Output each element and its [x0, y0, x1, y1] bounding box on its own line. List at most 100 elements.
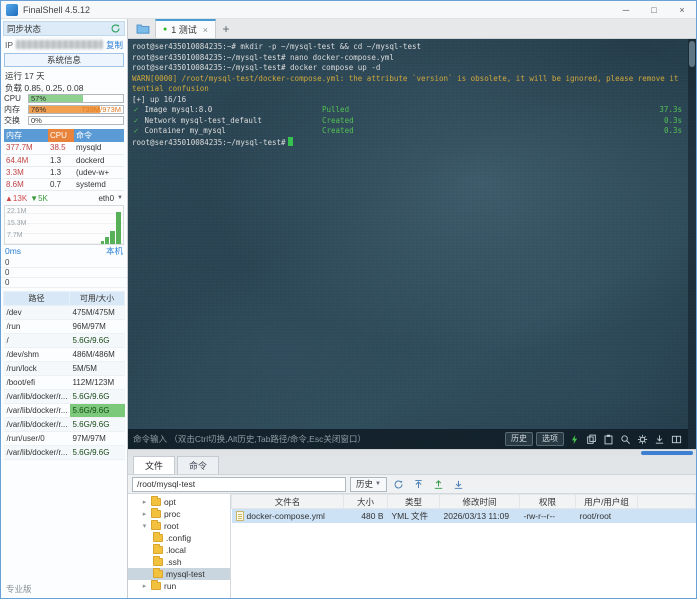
tab-files[interactable]: 文件	[133, 456, 175, 474]
horizontal-scrollbar-thumb[interactable]	[641, 451, 693, 455]
column-header-size[interactable]: 大小	[344, 495, 388, 509]
command-text: nano docker-compose.yml	[286, 53, 394, 62]
tab-session-test[interactable]: ● 1 测试 ×	[155, 19, 216, 38]
folder-icon	[136, 23, 150, 34]
command-input[interactable]: 命令输入 （双击Ctrl切换,Alt历史,Tab路径/命令,Esc关闭窗口）	[133, 434, 502, 445]
copy-ip-button[interactable]: 复制	[106, 39, 123, 51]
disk-row[interactable]: /run/user/097M/97M	[4, 431, 125, 445]
connection-manager-button[interactable]	[131, 19, 155, 38]
minimize-button[interactable]: ─	[612, 1, 640, 18]
process-row[interactable]: 377.7M 38.5 mysqld	[4, 142, 124, 154]
tree-item-mysql-test[interactable]: mysql-test	[128, 568, 230, 580]
folder-icon	[153, 534, 163, 542]
download-arrow-icon: ▼	[30, 194, 38, 203]
copy-button[interactable]	[584, 432, 598, 446]
settings-button[interactable]	[635, 432, 649, 446]
process-row[interactable]: 3.3M 1.3 (udev-w+	[4, 166, 124, 178]
check-icon: ✓	[132, 126, 140, 137]
disk-row[interactable]: /var/lib/docker/r...5.6G/9.6G	[4, 389, 125, 403]
sync-refresh-icon[interactable]	[110, 23, 121, 34]
disk-row[interactable]: /run/lock5M/5M	[4, 361, 125, 375]
uptime-text: 运行 17 天	[1, 69, 127, 81]
ping-history-item: 0	[1, 258, 127, 268]
disk-row[interactable]: /dev475M/475M	[4, 305, 125, 319]
column-header-type[interactable]: 类型	[388, 495, 440, 509]
check-icon: ✓	[132, 116, 140, 127]
paste-button[interactable]	[601, 432, 615, 446]
upload-button[interactable]	[431, 477, 447, 492]
tab-commands[interactable]: 命令	[177, 456, 219, 474]
tree-item-root[interactable]: ▾ root	[128, 520, 230, 532]
maximize-button[interactable]: □	[640, 1, 668, 18]
sync-status-bar[interactable]: 同步状态	[3, 21, 125, 36]
disk-row[interactable]: /var/lib/docker/r...5.6G/9.6G	[4, 403, 125, 417]
terminal[interactable]: root@ser435010084235:~# mkdir -p ~/mysql…	[128, 39, 696, 449]
refresh-button[interactable]	[391, 477, 407, 492]
terminal-output: root@ser435010084235:~# mkdir -p ~/mysql…	[128, 39, 696, 148]
process-header-mem[interactable]: 内存	[4, 129, 48, 142]
tree-item-run[interactable]: ▸ run	[128, 580, 230, 592]
tree-item-config[interactable]: .config	[128, 532, 230, 544]
file-owner: root/root	[576, 509, 638, 523]
sync-status-label: 同步状态	[7, 23, 41, 35]
process-row[interactable]: 64.4M 1.3 dockerd	[4, 154, 124, 166]
disk-row[interactable]: /var/lib/docker/r...5.6G/9.6G	[4, 445, 125, 459]
memory-meter: 内存 76% 739M/973M	[1, 104, 127, 115]
file-type: YML 文件	[388, 509, 440, 523]
tree-item-label: proc	[164, 509, 181, 519]
cpu-label: CPU	[4, 94, 26, 103]
tab-label: 1 测试	[171, 23, 197, 36]
ping-target[interactable]: 本机	[106, 245, 123, 257]
upload-icon	[433, 479, 444, 490]
process-header-cmd[interactable]: 命令	[74, 129, 124, 142]
quick-command-button[interactable]	[567, 432, 581, 446]
download-transfer-button[interactable]	[451, 477, 467, 492]
process-row[interactable]: 8.6M 0.7 systemd	[4, 178, 124, 190]
chevron-down-icon[interactable]: ▾	[141, 522, 148, 530]
file-size: 480 B	[344, 509, 388, 523]
file-row-docker-compose[interactable]: docker-compose.yml 480 B YML 文件 2026/03/…	[232, 509, 696, 523]
terminal-horizontal-scrollbar[interactable]	[128, 449, 696, 456]
split-screen-button[interactable]	[669, 432, 683, 446]
chevron-down-icon[interactable]: ▼	[117, 195, 123, 201]
result-time: 37.3s	[659, 105, 682, 116]
swap-percent: 0%	[31, 117, 42, 125]
chevron-right-icon[interactable]: ▸	[141, 510, 148, 518]
tree-item-local[interactable]: .local	[128, 544, 230, 556]
parent-directory-button[interactable]	[411, 477, 427, 492]
chevron-right-icon[interactable]: ▸	[141, 582, 148, 590]
column-header-name[interactable]: 文件名	[232, 495, 344, 509]
process-header-cpu[interactable]: CPU	[48, 129, 74, 142]
interface-selector[interactable]: eth0	[98, 194, 114, 203]
prompt: root@ser435010084235:~/mysql-test#	[132, 63, 286, 72]
find-button[interactable]	[618, 432, 632, 446]
column-header-owner[interactable]: 用户/用户组	[576, 495, 638, 509]
disk-row[interactable]: /dev/shm486M/486M	[4, 347, 125, 361]
download-button[interactable]	[652, 432, 666, 446]
new-tab-button[interactable]: +	[216, 19, 236, 38]
terminal-vertical-scrollbar[interactable]	[688, 39, 696, 449]
vertical-scrollbar-thumb[interactable]	[689, 41, 695, 67]
path-input[interactable]: /root/mysql-test	[132, 477, 346, 492]
file-history-button[interactable]: 历史 ▼	[350, 477, 387, 492]
disk-header-path[interactable]: 路径	[4, 291, 70, 305]
tree-item-proc[interactable]: ▸ proc	[128, 508, 230, 520]
close-button[interactable]: ×	[668, 1, 696, 18]
disk-row[interactable]: /5.6G/9.6G	[4, 333, 125, 347]
folder-icon	[153, 546, 163, 554]
system-info-button[interactable]: 系统信息	[4, 53, 124, 67]
disk-row[interactable]: /var/lib/docker/r...5.6G/9.6G	[4, 417, 125, 431]
cpu-bar: 57%	[28, 94, 124, 103]
column-header-permissions[interactable]: 权限	[520, 495, 576, 509]
history-button[interactable]: 历史	[505, 432, 533, 446]
disk-row[interactable]: /run96M/97M	[4, 319, 125, 333]
tab-close-icon[interactable]: ×	[203, 25, 208, 35]
options-button[interactable]: 选项	[536, 432, 564, 446]
tree-item-ssh[interactable]: .ssh	[128, 556, 230, 568]
file-permissions: -rw-r--r--	[520, 509, 576, 523]
chevron-right-icon[interactable]: ▸	[141, 498, 148, 506]
disk-header-size[interactable]: 可用/大小	[70, 291, 125, 305]
disk-row[interactable]: /boot/efi112M/123M	[4, 375, 125, 389]
tree-item-opt[interactable]: ▸ opt	[128, 496, 230, 508]
column-header-modified[interactable]: 修改时间	[440, 495, 520, 509]
